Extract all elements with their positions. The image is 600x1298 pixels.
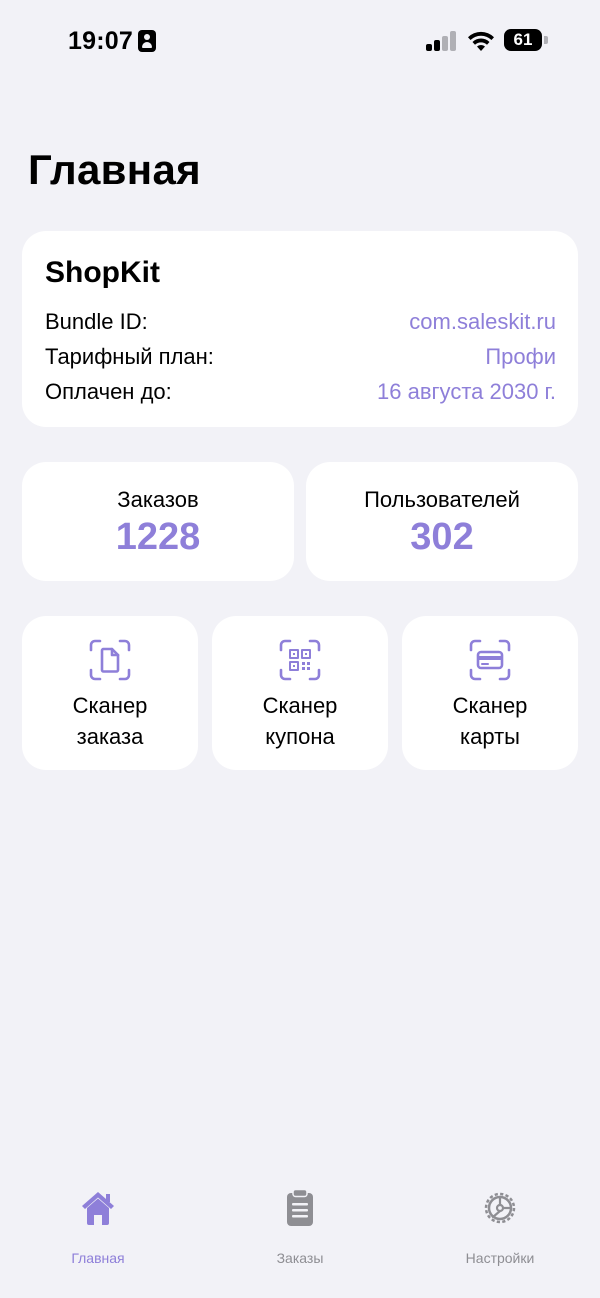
orders-stat-card[interactable]: Заказов 1228	[22, 462, 294, 581]
app-info-card: ShopKit Bundle ID: com.saleskit.ru Тариф…	[22, 231, 578, 427]
info-value: Профи	[485, 344, 556, 369]
card-scan-icon	[469, 639, 511, 681]
info-row-plan: Тарифный план: Профи	[45, 344, 556, 374]
battery-level: 61	[513, 30, 533, 49]
house-icon	[82, 1192, 114, 1225]
tab-home[interactable]: Главная	[28, 1188, 168, 1266]
stat-label: Пользователей	[364, 487, 520, 512]
order-scanner-button[interactable]: Сканер заказа	[22, 616, 198, 770]
card-scanner-button[interactable]: Сканер карты	[402, 616, 578, 770]
tab-label: Главная	[71, 1250, 125, 1266]
battery-icon: 61	[504, 29, 548, 51]
status-bar: 19:07 61	[0, 0, 600, 82]
info-value: 16 августа 2030 г.	[377, 379, 556, 404]
stat-label: Заказов	[117, 487, 199, 512]
status-time: 19:07	[68, 27, 133, 55]
coupon-scanner-button[interactable]: Сканер купона	[212, 616, 388, 770]
action-label: Сканер карты	[452, 693, 528, 749]
tab-orders[interactable]: Заказы	[230, 1188, 370, 1266]
gear-icon	[484, 1192, 516, 1224]
tab-settings[interactable]: Настройки	[430, 1188, 570, 1266]
stat-value: 302	[410, 516, 474, 558]
tab-bar: Главная Заказы Настройки	[0, 1170, 600, 1298]
clipboard-icon	[287, 1188, 313, 1226]
contact-badge-icon	[138, 30, 156, 52]
document-scan-icon	[89, 639, 131, 681]
info-label: Bundle ID:	[45, 309, 148, 334]
qr-scan-icon	[279, 639, 321, 681]
stat-value: 1228	[115, 516, 201, 558]
info-row-bundle-id: Bundle ID: com.saleskit.ru	[45, 309, 556, 339]
info-value: com.saleskit.ru	[409, 309, 556, 334]
app-name: ShopKit	[45, 256, 160, 289]
wifi-icon	[468, 31, 494, 51]
info-row-paid-until: Оплачен до: 16 августа 2030 г.	[45, 379, 556, 409]
tab-label: Заказы	[276, 1250, 324, 1266]
info-label: Оплачен до:	[45, 379, 172, 404]
home-screen: 19:07 61 Главная ShopKit Bundle ID: com.…	[0, 0, 600, 1298]
users-stat-card[interactable]: Пользователей 302	[306, 462, 578, 581]
page-title: Главная	[28, 146, 201, 193]
cellular-signal-icon	[426, 31, 458, 51]
tab-label: Настройки	[465, 1250, 535, 1266]
info-label: Тарифный план:	[45, 344, 214, 369]
action-label: Сканер купона	[262, 693, 338, 749]
action-label: Сканер заказа	[72, 693, 148, 749]
